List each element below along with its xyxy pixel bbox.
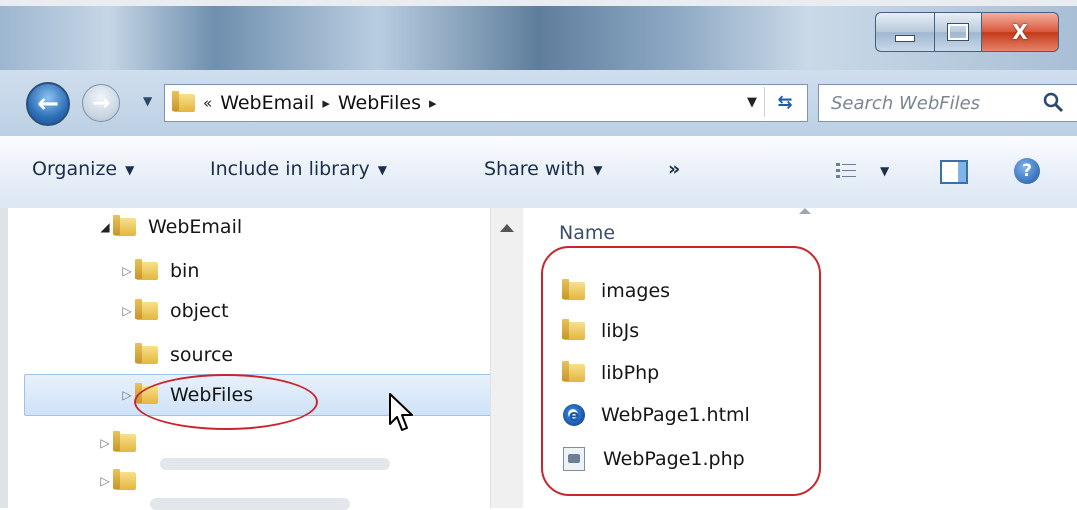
address-row: ← → ▼ « WebEmail ▸ WebFiles ▸ ▼ ⇆ Search… <box>0 70 1077 136</box>
tree-item-blurred[interactable]: ▷ <box>96 462 148 500</box>
forward-button[interactable]: → <box>82 84 120 122</box>
chevron-down-icon: ▼ <box>377 162 387 177</box>
maximize-button[interactable] <box>935 12 982 52</box>
tree-item-bin[interactable]: ▷ bin <box>118 252 199 290</box>
back-arrow-icon: ← <box>37 89 59 119</box>
breadcrumb-webfiles[interactable]: WebFiles <box>338 92 421 114</box>
minimize-icon <box>895 34 915 42</box>
include-in-library-label: Include in library <box>210 158 370 180</box>
folder-icon <box>135 259 158 280</box>
folder-icon <box>135 343 158 364</box>
file-label: WebPage1.html <box>601 404 750 426</box>
redacted-text <box>150 498 350 510</box>
folder-icon <box>135 299 158 320</box>
tree-item-label: object <box>170 300 229 322</box>
expand-arrow-icon[interactable]: ▷ <box>118 304 136 318</box>
close-button[interactable]: X <box>982 12 1059 52</box>
breadcrumb-overflow[interactable]: « <box>203 94 212 112</box>
php-file-icon <box>563 447 585 471</box>
annotation-ellipse <box>134 374 318 430</box>
back-button[interactable]: ← <box>26 82 70 126</box>
file-item-libphp[interactable]: libPhp <box>562 354 660 392</box>
folder-icon <box>113 469 136 490</box>
forward-arrow-icon: → <box>91 90 111 116</box>
breadcrumb-separator-icon[interactable]: ▸ <box>322 94 330 112</box>
folder-icon <box>562 279 585 300</box>
ie-html-icon: e <box>563 404 585 426</box>
file-item-images[interactable]: images <box>562 272 671 310</box>
file-item-libjs[interactable]: libJs <box>562 312 640 350</box>
view-options-dropdown-icon[interactable]: ▼ <box>880 164 889 178</box>
tree-item-webemail[interactable]: ◢ WebEmail <box>96 208 242 246</box>
command-bar: Organize ▼ Include in library ▼ Share with… <box>0 136 1077 209</box>
refresh-icon: ⇆ <box>777 91 793 113</box>
file-item-webpage1-php[interactable]: WebPage1.php <box>563 440 745 478</box>
minimize-button[interactable] <box>875 12 935 52</box>
chevron-down-icon: ▼ <box>125 162 135 177</box>
tree-item-blurred[interactable]: ▷ <box>96 424 148 462</box>
file-label: libPhp <box>601 362 660 384</box>
share-with-menu[interactable]: Share with ▼ <box>484 158 602 180</box>
recent-pages-dropdown[interactable]: ▼ <box>143 94 152 108</box>
close-icon: X <box>1012 20 1028 44</box>
more-commands-button[interactable]: » <box>668 158 680 180</box>
tree-item-object[interactable]: ▷ object <box>118 292 229 330</box>
search-placeholder: Search WebFiles <box>831 92 981 114</box>
chevron-down-icon: ▼ <box>593 162 603 177</box>
share-with-label: Share with <box>484 158 586 180</box>
maximize-icon <box>947 23 969 41</box>
expand-arrow-icon[interactable]: ▷ <box>96 474 114 488</box>
scroll-up-icon[interactable] <box>500 224 514 232</box>
breadcrumb-separator-icon[interactable]: ▸ <box>429 94 437 112</box>
pane-edge <box>0 208 8 508</box>
include-in-library-menu[interactable]: Include in library ▼ <box>210 158 387 180</box>
folder-icon <box>113 431 136 452</box>
mouse-cursor-icon <box>389 393 413 431</box>
folder-icon <box>172 91 195 112</box>
breadcrumb-webemail[interactable]: WebEmail <box>220 92 314 114</box>
folder-icon <box>113 215 136 236</box>
redacted-text <box>160 458 390 470</box>
address-dropdown-icon[interactable]: ▼ <box>747 95 757 110</box>
expand-arrow-icon[interactable]: ▷ <box>118 264 136 278</box>
address-bar[interactable]: « WebEmail ▸ WebFiles ▸ ▼ ⇆ <box>164 84 808 122</box>
preview-pane-icon[interactable] <box>940 160 968 184</box>
collapse-arrow-icon[interactable]: ◢ <box>96 220 114 234</box>
file-label: images <box>601 280 671 302</box>
file-label: WebPage1.php <box>603 448 745 470</box>
search-input[interactable]: Search WebFiles <box>818 84 1077 122</box>
expand-arrow-icon[interactable]: ▷ <box>96 436 114 450</box>
file-item-webpage1-html[interactable]: e WebPage1.html <box>563 396 750 434</box>
refresh-button[interactable]: ⇆ <box>764 87 805 117</box>
navigation-pane: ◢ WebEmail ▷ bin ▷ object source ▷ WebFi… <box>0 208 492 510</box>
window-controls: X <box>875 12 1059 52</box>
file-list: Name images libJs libPhp e WebPage1.html… <box>523 208 1077 508</box>
organize-menu[interactable]: Organize ▼ <box>32 158 134 180</box>
search-icon[interactable] <box>1042 91 1064 113</box>
title-bar: X <box>0 0 1077 70</box>
organize-label: Organize <box>32 158 118 180</box>
folder-icon <box>562 319 585 340</box>
tree-item-source[interactable]: source <box>118 336 233 374</box>
folder-icon <box>562 361 585 382</box>
tree-item-label: source <box>170 344 234 366</box>
column-header-name[interactable]: Name <box>559 222 615 244</box>
tree-item-label: WebEmail <box>148 216 243 238</box>
sort-arrow-icon <box>799 208 811 214</box>
change-view-icon[interactable] <box>836 162 856 180</box>
nav-pane-scrollbar[interactable] <box>490 208 524 508</box>
tree-item-label: bin <box>170 260 200 282</box>
help-icon[interactable]: ? <box>1014 158 1040 184</box>
file-label: libJs <box>601 320 640 342</box>
